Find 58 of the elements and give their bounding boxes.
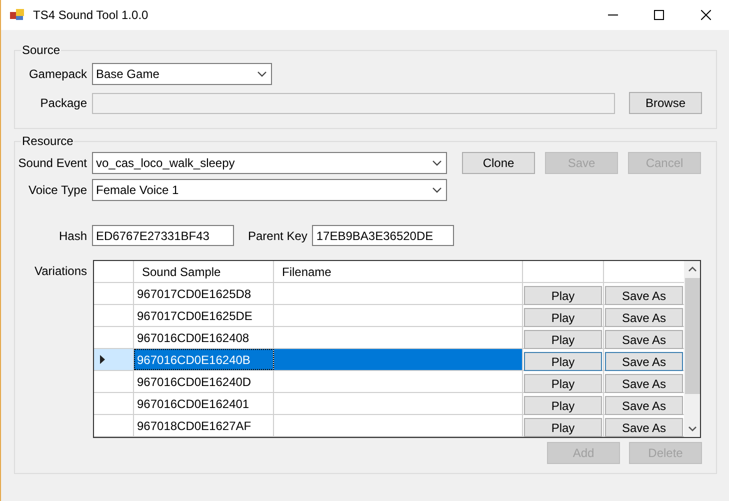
table-cell: 967016CD0E16240B [134, 349, 274, 370]
chevron-up-icon[interactable] [688, 266, 696, 272]
hash-field[interactable]: ED6767E27331BF43 [92, 225, 234, 246]
field-label: Sound Event [18, 155, 87, 172]
close-icon[interactable] [701, 10, 711, 20]
field-label: Hash [58, 228, 87, 244]
sound-event-dropdown[interactable]: vo_cas_loco_walk_sleepy [92, 152, 447, 174]
table-row[interactable]: 967017CD0E1625D8 Play Save As [94, 283, 684, 305]
group-title: Source [21, 42, 62, 59]
play-button[interactable]: Play [524, 352, 602, 371]
window-title: TS4 Sound Tool 1.0.0 [33, 7, 148, 24]
table-row[interactable]: 967016CD0E162401 Play Save As [94, 393, 684, 415]
field-label: Parent Key [248, 228, 308, 244]
table-cell: 967017CD0E1625DE [134, 305, 274, 326]
save-as-button[interactable]: Save As [605, 396, 683, 415]
table-cell: 967016CD0E162408 [134, 327, 274, 348]
save-as-button[interactable]: Save As [605, 308, 683, 327]
field-label: Package [40, 95, 87, 112]
browse-button[interactable]: Browse [629, 92, 702, 114]
table-row[interactable]: 967016CD0E162408 Play Save As [94, 327, 684, 349]
play-button[interactable]: Play [524, 308, 602, 327]
save-as-button[interactable]: Save As [605, 374, 683, 393]
column-header[interactable]: Sound Sample [142, 262, 221, 280]
table-cell: 967016CD0E16240D [134, 371, 274, 392]
voice-type-dropdown[interactable]: Female Voice 1 [92, 179, 447, 201]
save-as-button[interactable]: Save As [605, 330, 683, 349]
table-row[interactable]: 967017CD0E1625DE Play Save As [94, 305, 684, 327]
column-header[interactable]: Filename [282, 262, 332, 280]
play-button[interactable]: Play [524, 418, 602, 437]
play-button[interactable]: Play [524, 286, 602, 305]
chevron-down-icon [432, 187, 442, 193]
play-button[interactable]: Play [524, 396, 602, 415]
table-row[interactable]: 967016CD0E16240B Play Save As [94, 349, 684, 371]
field-label: Voice Type [28, 182, 87, 199]
scrollbar-thumb[interactable] [684, 278, 700, 394]
save-as-button[interactable]: Save As [605, 286, 683, 305]
chevron-down-icon [432, 160, 442, 166]
table-cell: 967018CD0E1627AF [134, 415, 274, 436]
scrollbar[interactable] [684, 261, 700, 437]
group-title: Resource [21, 133, 74, 150]
parent-key-field[interactable]: 17EB9BA3E36520DE [312, 225, 454, 246]
save-as-button[interactable]: Save As [605, 418, 683, 437]
action-button[interactable]: Clone [462, 152, 535, 174]
save-as-button[interactable]: Save As [605, 352, 683, 371]
table-row[interactable]: 967018CD0E1627AF Play Save As [94, 415, 684, 437]
maximize-icon[interactable] [654, 10, 664, 20]
chevron-down-icon[interactable] [688, 426, 696, 432]
play-button[interactable]: Play [524, 330, 602, 349]
field-label: Gamepack [28, 66, 87, 83]
table-row[interactable]: 967016CD0E16240D Play Save As [94, 371, 684, 393]
table-cell: 967016CD0E162401 [134, 393, 274, 414]
field-label: Variations [34, 263, 87, 280]
gamepack-dropdown[interactable]: Base Game [92, 63, 272, 85]
table-cell: 967017CD0E1625D8 [134, 283, 274, 304]
chevron-down-icon [257, 71, 267, 77]
play-button[interactable]: Play [524, 374, 602, 393]
app-icon [10, 9, 24, 21]
row-pointer-icon [100, 355, 105, 364]
